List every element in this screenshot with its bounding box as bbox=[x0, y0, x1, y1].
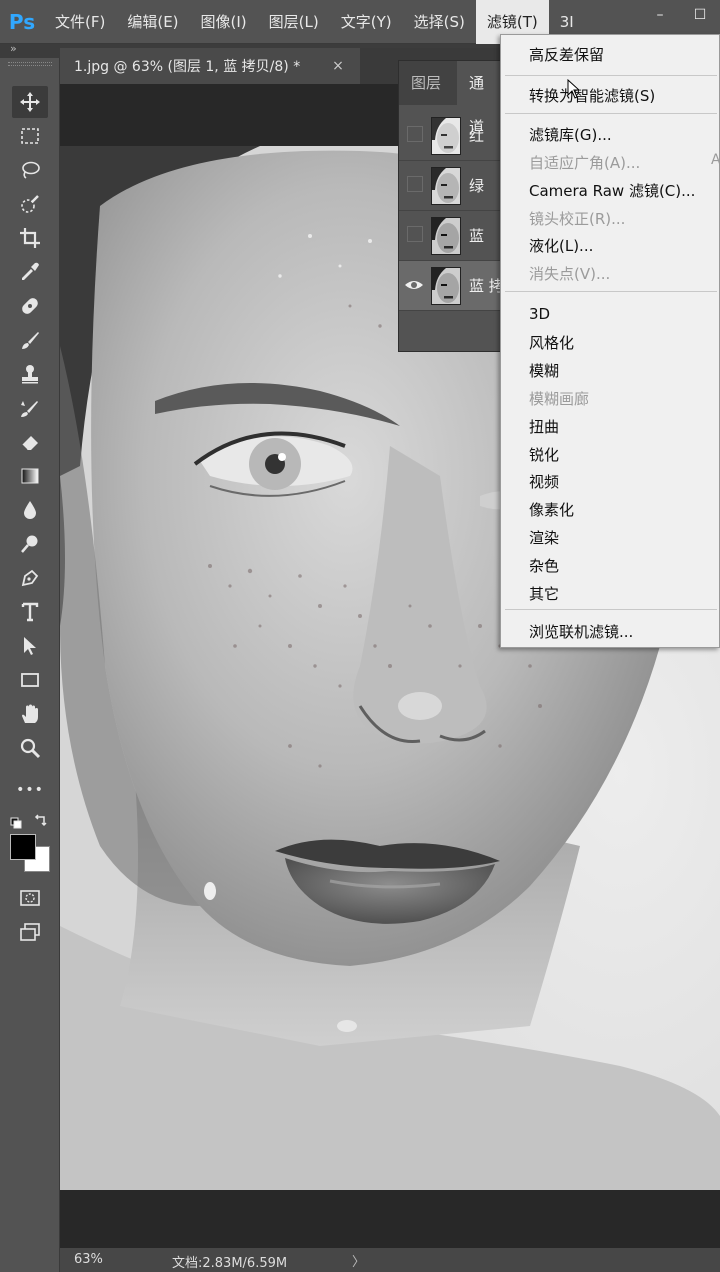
menu-item-browse-online-filters[interactable]: 浏览联机滤镜... bbox=[529, 621, 633, 642]
zoom-tool-icon[interactable] bbox=[12, 732, 48, 764]
gradient-tool-icon[interactable] bbox=[12, 460, 48, 492]
menu-item-blur-gallery: 模糊画廊 bbox=[529, 390, 590, 408]
type-tool-icon[interactable] bbox=[12, 596, 48, 628]
tools-panel: ••• bbox=[0, 58, 60, 1272]
menu-item-lens-correction: 镜头校正(R)... bbox=[529, 210, 626, 228]
menu-item-sharpen[interactable]: 锐化 bbox=[529, 444, 559, 465]
brush-tool-icon[interactable] bbox=[12, 324, 48, 356]
eyedropper-tool-icon[interactable] bbox=[12, 256, 48, 288]
tab-layers[interactable]: 图层 bbox=[399, 61, 453, 105]
document-size: 文档:2.83M/6.59M bbox=[172, 1256, 288, 1271]
healing-brush-tool-icon[interactable] bbox=[12, 290, 48, 322]
dodge-tool-icon[interactable] bbox=[12, 528, 48, 560]
screen-mode-icon[interactable] bbox=[12, 916, 48, 948]
channel-thumbnail bbox=[431, 117, 461, 155]
channel-thumbnail bbox=[431, 167, 461, 205]
crop-tool-icon[interactable] bbox=[12, 222, 48, 254]
menu-edit[interactable]: 编辑(E) bbox=[116, 0, 189, 44]
eraser-tool-icon[interactable] bbox=[12, 426, 48, 458]
toolbar-grip[interactable] bbox=[8, 62, 52, 66]
menu-item-render[interactable]: 渲染 bbox=[529, 527, 559, 548]
mouse-cursor-icon bbox=[567, 79, 579, 99]
menu-file[interactable]: 文件(F) bbox=[44, 0, 116, 44]
menu-separator bbox=[505, 291, 717, 292]
document-tab-title: 1.jpg @ 63% (图层 1, 蓝 拷贝/8) * bbox=[74, 59, 301, 75]
channel-row-green[interactable]: 绿 bbox=[399, 161, 509, 211]
channel-row-blue-copy[interactable]: 蓝 拷 bbox=[399, 261, 509, 311]
visibility-toggle[interactable] bbox=[407, 226, 423, 242]
swap-colors-icon[interactable] bbox=[34, 812, 48, 827]
status-menu-arrow-icon[interactable]: 〉 bbox=[352, 1251, 365, 1270]
eye-icon[interactable] bbox=[404, 275, 424, 295]
menu-item-distort[interactable]: 扭曲 bbox=[529, 416, 559, 437]
close-tab-icon[interactable]: × bbox=[326, 48, 350, 84]
menu-separator bbox=[505, 113, 717, 114]
history-brush-tool-icon[interactable] bbox=[12, 392, 48, 424]
menu-item-stylize[interactable]: 风格化 bbox=[529, 332, 574, 353]
menu-select[interactable]: 选择(S) bbox=[403, 0, 476, 44]
blur-tool-icon[interactable] bbox=[12, 494, 48, 526]
marquee-tool-icon[interactable] bbox=[12, 120, 48, 152]
menu-item-camera-raw[interactable]: Camera Raw 滤镜(C)... bbox=[529, 180, 695, 201]
hand-tool-icon[interactable] bbox=[12, 698, 48, 730]
channel-label: 蓝 拷 bbox=[469, 277, 504, 295]
more-tools-icon[interactable]: ••• bbox=[12, 774, 48, 806]
lasso-tool-icon[interactable] bbox=[12, 154, 48, 186]
menu-item-vanishing-point: 消失点(V)... bbox=[529, 265, 611, 283]
menu-item-other[interactable]: 其它 bbox=[529, 583, 559, 604]
foreground-color-swatch[interactable] bbox=[10, 834, 36, 860]
filter-dropdown-menu: 高反差保留 转换为智能滤镜(S) 滤镜库(G)... 自适应广角(A)... A… bbox=[500, 34, 720, 648]
rectangle-tool-icon[interactable] bbox=[12, 664, 48, 696]
move-tool-icon[interactable] bbox=[12, 86, 48, 118]
menu-item-adaptive-wide-angle: 自适应广角(A)... bbox=[529, 154, 641, 172]
menu-image[interactable]: 图像(I) bbox=[190, 0, 258, 44]
menu-item-filter-gallery[interactable]: 滤镜库(G)... bbox=[529, 124, 612, 145]
photoshop-logo: Ps bbox=[8, 9, 36, 34]
pen-tool-icon[interactable] bbox=[12, 562, 48, 594]
shortcut-fragment: A bbox=[711, 152, 720, 168]
status-bar: 63% 文档:2.83M/6.59M 〉 bbox=[60, 1248, 720, 1272]
document-tab[interactable]: 1.jpg @ 63% (图层 1, 蓝 拷贝/8) * bbox=[60, 48, 360, 84]
panel-tab-bar: 图层 通道 bbox=[399, 61, 507, 136]
channels-panel: 图层 通道 红 绿 蓝 蓝 拷 bbox=[398, 60, 509, 352]
menu-layer[interactable]: 图层(L) bbox=[258, 0, 330, 44]
channel-label: 红 bbox=[469, 127, 485, 145]
channel-row-blue[interactable]: 蓝 bbox=[399, 211, 509, 261]
channel-label: 蓝 bbox=[469, 227, 485, 245]
channel-label: 绿 bbox=[469, 177, 485, 195]
menu-separator bbox=[505, 75, 717, 76]
menu-item-3d[interactable]: 3D bbox=[529, 305, 550, 323]
menu-item-video[interactable]: 视频 bbox=[529, 471, 559, 492]
menu-item-blur[interactable]: 模糊 bbox=[529, 360, 559, 381]
quick-selection-tool-icon[interactable] bbox=[12, 188, 48, 220]
minimize-button[interactable]: – bbox=[640, 0, 680, 30]
expand-panels-icon[interactable]: » bbox=[10, 42, 17, 55]
menu-separator bbox=[505, 609, 717, 610]
menu-type[interactable]: 文字(Y) bbox=[330, 0, 403, 44]
menu-item-convert-smart-filters[interactable]: 转换为智能滤镜(S) bbox=[529, 85, 655, 106]
menu-item-noise[interactable]: 杂色 bbox=[529, 555, 559, 576]
default-colors-icon[interactable] bbox=[10, 814, 22, 829]
channel-row-red[interactable]: 红 bbox=[399, 111, 509, 161]
visibility-toggle[interactable] bbox=[407, 176, 423, 192]
window-controls: – ☐ bbox=[640, 0, 720, 30]
path-selection-tool-icon[interactable] bbox=[12, 630, 48, 662]
more-tools-glyph: ••• bbox=[16, 782, 44, 798]
menu-item-pixelate[interactable]: 像素化 bbox=[529, 499, 574, 520]
menu-item-liquify[interactable]: 液化(L)... bbox=[529, 235, 593, 256]
quick-mask-icon[interactable] bbox=[12, 882, 48, 914]
maximize-button[interactable]: ☐ bbox=[680, 0, 720, 30]
zoom-level[interactable]: 63% bbox=[74, 1252, 103, 1267]
visibility-toggle[interactable] bbox=[407, 126, 423, 142]
channel-thumbnail bbox=[431, 267, 461, 305]
clone-stamp-tool-icon[interactable] bbox=[12, 358, 48, 390]
channel-thumbnail bbox=[431, 217, 461, 255]
menu-item-high-pass[interactable]: 高反差保留 bbox=[529, 44, 604, 65]
